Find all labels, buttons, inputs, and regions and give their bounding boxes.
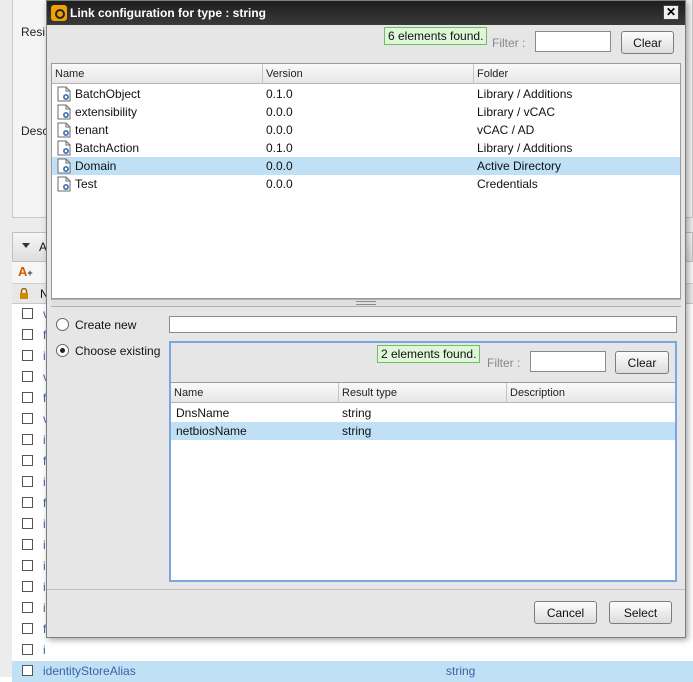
action-element-icon [57, 158, 71, 174]
element-folder: Library / vCAC [477, 105, 556, 119]
element-name: Test [75, 177, 98, 191]
selected-list-item[interactable]: identityStoreAlias string [12, 661, 693, 682]
attribute-type: string [446, 664, 476, 678]
add-attribute-icon[interactable]: A+ [18, 264, 33, 279]
row-checkbox[interactable] [22, 623, 33, 634]
dialog-title: Link configuration for type : string [70, 6, 266, 20]
choose-existing-label: Choose existing [75, 344, 161, 358]
elements-table: Name Version Folder BatchObject 0.1.0 Libr… [51, 63, 681, 299]
element-version: 0.0.0 [266, 177, 293, 191]
row-checkbox[interactable] [22, 560, 33, 571]
grip-icon [356, 301, 376, 305]
attribute-type: string [342, 424, 372, 438]
result-label: Resi [21, 25, 46, 39]
row-checkbox[interactable] [22, 476, 33, 487]
column-name[interactable]: Name [171, 383, 339, 403]
attribute-name: i [43, 643, 46, 657]
element-name: BatchObject [75, 87, 141, 101]
row-checkbox[interactable] [22, 350, 33, 361]
row-checkbox[interactable] [22, 602, 33, 613]
row-checkbox[interactable] [22, 518, 33, 529]
lock-icon [20, 288, 28, 299]
element-name: BatchAction [75, 141, 140, 155]
action-element-icon [57, 104, 71, 120]
table-row[interactable]: BatchObject 0.1.0 Library / Additions [52, 85, 680, 103]
close-icon[interactable]: ✕ [663, 5, 679, 20]
action-element-icon [57, 140, 71, 156]
attribute-name: netbiosName [176, 424, 247, 438]
elements-table-header: Name Version Folder [52, 64, 680, 84]
column-name[interactable]: Name [52, 64, 263, 84]
column-result-type[interactable]: Result type [339, 383, 507, 403]
table-row[interactable]: BatchAction 0.1.0 Library / Additions [52, 139, 680, 157]
element-version: 0.1.0 [266, 87, 293, 101]
table-row[interactable]: tenant 0.0.0 vCAC / AD [52, 121, 680, 139]
table-row[interactable]: extensibility 0.0.0 Library / vCAC [52, 103, 680, 121]
clear-button[interactable]: Clear [621, 31, 674, 54]
element-folder: Credentials [477, 177, 538, 191]
choose-existing-radio[interactable] [56, 344, 69, 357]
row-checkbox[interactable] [22, 497, 33, 508]
collapse-icon[interactable] [22, 243, 30, 248]
row-checkbox[interactable] [22, 665, 33, 676]
action-element-icon [57, 176, 71, 192]
element-folder: Library / Additions [477, 87, 573, 101]
table-row[interactable]: Domain 0.0.0 Active Directory [52, 157, 680, 175]
existing-filter-label: Filter : [487, 356, 521, 370]
element-folder: Active Directory [477, 159, 562, 173]
dialog-titlebar[interactable]: Link configuration for type : string ✕ [47, 1, 685, 25]
element-version: 0.0.0 [266, 105, 293, 119]
row-checkbox[interactable] [22, 329, 33, 340]
existing-table-header: Name Result type Description [171, 383, 675, 403]
existing-panel: 2 elements found. Filter : Clear Name Re… [169, 341, 677, 582]
app-icon [51, 5, 67, 21]
create-new-radio[interactable] [56, 318, 69, 331]
cancel-button[interactable]: Cancel [534, 601, 597, 624]
row-checkbox[interactable] [22, 434, 33, 445]
action-element-icon [57, 122, 71, 138]
element-folder: vCAC / AD [477, 123, 535, 137]
existing-clear-button[interactable]: Clear [615, 351, 669, 374]
filter-input[interactable] [535, 31, 611, 52]
row-checkbox[interactable] [22, 308, 33, 319]
description-label: Desc [21, 124, 49, 138]
element-folder: Library / Additions [477, 141, 573, 155]
create-new-label: Create new [75, 318, 137, 332]
list-item[interactable]: i [12, 640, 693, 661]
filter-label: Filter : [492, 36, 526, 50]
column-version[interactable]: Version [263, 64, 474, 84]
action-element-icon [57, 86, 71, 102]
row-checkbox[interactable] [22, 644, 33, 655]
table-row[interactable]: netbiosName string [171, 422, 675, 440]
element-version: 0.0.0 [266, 123, 293, 137]
attribute-name: identityStoreAlias [43, 664, 136, 678]
select-button[interactable]: Select [609, 601, 672, 624]
row-checkbox[interactable] [22, 539, 33, 550]
row-checkbox[interactable] [22, 581, 33, 592]
row-checkbox[interactable] [22, 371, 33, 382]
existing-found-badge: 2 elements found. [377, 345, 481, 363]
element-name: Domain [75, 159, 117, 173]
table-row[interactable]: Test 0.0.0 Credentials [52, 175, 680, 193]
splitter-handle[interactable] [51, 299, 681, 307]
element-version: 0.0.0 [266, 159, 293, 173]
create-new-input[interactable] [169, 316, 677, 333]
row-checkbox[interactable] [22, 455, 33, 466]
element-name: extensibility [75, 105, 138, 119]
column-description[interactable]: Description [507, 383, 675, 403]
existing-table: Name Result type Description DnsName stri… [171, 382, 675, 580]
table-row[interactable]: DnsName string [171, 404, 675, 422]
element-version: 0.1.0 [266, 141, 293, 155]
row-checkbox[interactable] [22, 392, 33, 403]
existing-filter-input[interactable] [530, 351, 606, 372]
attribute-name: DnsName [176, 406, 230, 420]
link-configuration-dialog: Link configuration for type : string ✕ 6… [46, 0, 686, 638]
attribute-type: string [342, 406, 372, 420]
row-checkbox[interactable] [22, 413, 33, 424]
column-folder[interactable]: Folder [474, 64, 680, 84]
dialog-button-bar: Cancel Select [47, 589, 685, 637]
element-name: tenant [75, 123, 109, 137]
elements-found-badge: 6 elements found. [384, 27, 488, 45]
